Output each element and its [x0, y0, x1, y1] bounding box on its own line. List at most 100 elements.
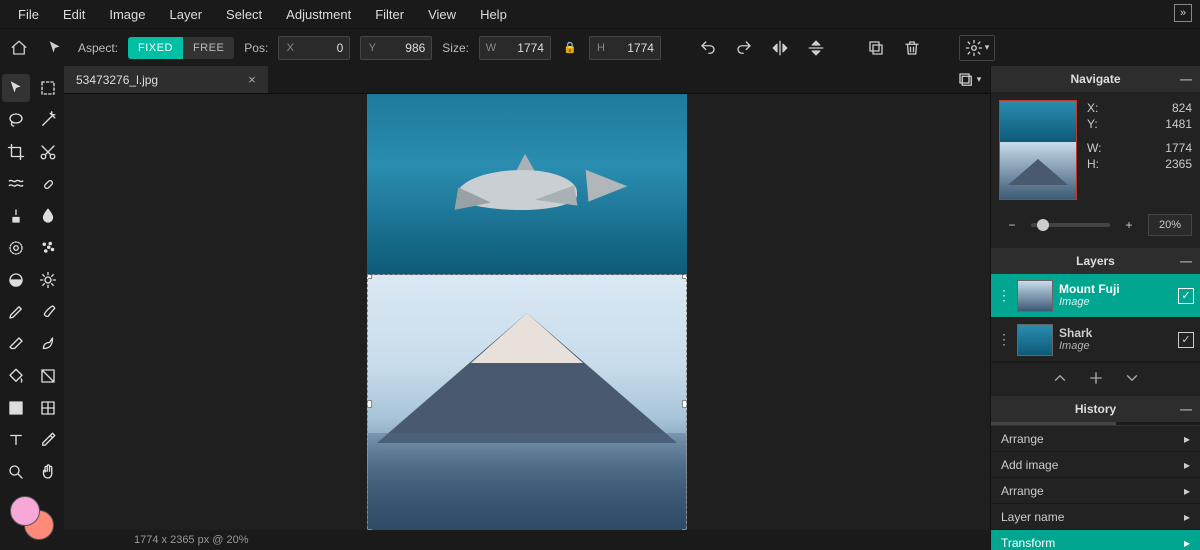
- redo-icon[interactable]: [731, 35, 757, 61]
- size-h-field[interactable]: H1774: [589, 36, 661, 60]
- marquee-tool-icon[interactable]: [34, 74, 62, 102]
- layer-row-fuji[interactable]: ⋮ Mount FujiImage ✓: [991, 274, 1200, 318]
- arrow-tool-icon[interactable]: [42, 35, 68, 61]
- history-item[interactable]: Arrange▸: [991, 426, 1200, 452]
- history-item[interactable]: Layer name▸: [991, 504, 1200, 530]
- lock-aspect-icon[interactable]: 🔒: [561, 41, 579, 54]
- move-tool-icon[interactable]: [2, 74, 30, 102]
- history-label: Add image: [1001, 458, 1058, 472]
- menu-file[interactable]: File: [6, 2, 51, 27]
- close-tab-icon[interactable]: ×: [248, 72, 256, 87]
- cut-tool-icon[interactable]: [34, 138, 62, 166]
- home-icon[interactable]: [6, 35, 32, 61]
- pen-tool-icon[interactable]: [2, 298, 30, 326]
- resize-handle-bl[interactable]: [367, 529, 372, 530]
- sharpen-tool-icon[interactable]: [34, 266, 62, 294]
- layer-up-icon[interactable]: [1051, 369, 1069, 390]
- history-panel-header[interactable]: History —: [991, 396, 1200, 422]
- history-label: Arrange: [1001, 484, 1044, 498]
- undo-icon[interactable]: [695, 35, 721, 61]
- menu-adjustment[interactable]: Adjustment: [274, 2, 363, 27]
- gradient-tool-icon[interactable]: [34, 362, 62, 390]
- resize-handle-tl[interactable]: [367, 274, 372, 279]
- liquify-tool-icon[interactable]: [2, 170, 30, 198]
- collapse-panels-icon[interactable]: »: [1174, 4, 1192, 22]
- blur-tool-icon[interactable]: [34, 202, 62, 230]
- layer-row-shark[interactable]: ⋮ SharkImage ✓: [991, 318, 1200, 362]
- settings-dropdown-icon[interactable]: ▾: [959, 35, 995, 61]
- aspect-fixed-button[interactable]: FIXED: [128, 37, 183, 59]
- add-layer-icon[interactable]: [1087, 369, 1105, 390]
- zoom-tool-icon[interactable]: [2, 458, 30, 486]
- drag-handle-icon[interactable]: ⋮: [997, 287, 1011, 304]
- sponge-tool-icon[interactable]: [2, 234, 30, 262]
- brush-tool-icon[interactable]: [34, 298, 62, 326]
- layer-type: Image: [1059, 296, 1172, 309]
- disperse-tool-icon[interactable]: [34, 234, 62, 262]
- menu-help[interactable]: Help: [468, 2, 519, 27]
- layer-down-icon[interactable]: [1123, 369, 1141, 390]
- zoom-in-icon[interactable]: +: [1116, 212, 1142, 238]
- crop-tool-icon[interactable]: [2, 138, 30, 166]
- size-w-field[interactable]: W1774: [479, 36, 551, 60]
- duplicate-icon[interactable]: [863, 35, 889, 61]
- menu-filter[interactable]: Filter: [363, 2, 416, 27]
- zoom-out-icon[interactable]: −: [999, 212, 1025, 238]
- document-tab-bar: 53473276_l.jpg × ▾: [64, 66, 990, 94]
- zoom-slider[interactable]: [1031, 223, 1110, 227]
- smudge-tool-icon[interactable]: [34, 330, 62, 358]
- layers-panel-header[interactable]: Layers—: [991, 248, 1200, 274]
- hand-tool-icon[interactable]: [34, 458, 62, 486]
- history-item-current[interactable]: Transform▸: [991, 530, 1200, 550]
- minimize-icon[interactable]: —: [1180, 402, 1192, 416]
- flip-vertical-icon[interactable]: [803, 35, 829, 61]
- zoom-value-field[interactable]: 20%: [1148, 214, 1192, 236]
- menu-image[interactable]: Image: [97, 2, 157, 27]
- nav-w-label: W:: [1087, 141, 1101, 155]
- layer-controls: [991, 362, 1200, 396]
- aspect-free-button[interactable]: FREE: [183, 37, 234, 59]
- shape-tool-icon[interactable]: [2, 394, 30, 422]
- eyedropper-tool-icon[interactable]: [34, 426, 62, 454]
- minimize-icon[interactable]: —: [1180, 254, 1192, 268]
- layer-thumbnail: [1017, 324, 1053, 356]
- history-item[interactable]: Add image▸: [991, 452, 1200, 478]
- menu-select[interactable]: Select: [214, 2, 274, 27]
- fuji-layer-image-selected[interactable]: [367, 274, 687, 530]
- dodge-tool-icon[interactable]: [2, 266, 30, 294]
- zoom-controls: − + 20%: [991, 208, 1200, 248]
- menu-view[interactable]: View: [416, 2, 468, 27]
- pos-x-field[interactable]: X0: [278, 36, 350, 60]
- document-tab[interactable]: 53473276_l.jpg ×: [64, 66, 268, 93]
- replace-color-tool-icon[interactable]: [34, 394, 62, 422]
- lasso-tool-icon[interactable]: [2, 106, 30, 134]
- wand-tool-icon[interactable]: [34, 106, 62, 134]
- aspect-toggle: FIXED FREE: [128, 37, 234, 59]
- delete-icon[interactable]: [899, 35, 925, 61]
- menu-layer[interactable]: Layer: [158, 2, 215, 27]
- minimize-icon[interactable]: —: [1180, 72, 1192, 86]
- fill-tool-icon[interactable]: [2, 362, 30, 390]
- history-item[interactable]: Arrange▸: [991, 478, 1200, 504]
- heal-tool-icon[interactable]: [34, 170, 62, 198]
- text-tool-icon[interactable]: [2, 426, 30, 454]
- layer-visibility-checkbox[interactable]: ✓: [1178, 288, 1194, 304]
- resize-handle-br[interactable]: [682, 529, 687, 530]
- history-title: History: [1075, 402, 1116, 416]
- canvas[interactable]: [64, 94, 990, 530]
- resize-handle-ml[interactable]: [367, 400, 372, 408]
- window-arrange-icon[interactable]: ▾: [956, 67, 982, 93]
- clone-tool-icon[interactable]: [2, 202, 30, 230]
- navigator-thumbnail[interactable]: [999, 100, 1077, 200]
- drag-handle-icon[interactable]: ⋮: [997, 331, 1011, 348]
- flip-horizontal-icon[interactable]: [767, 35, 793, 61]
- foreground-color-swatch[interactable]: [10, 496, 40, 526]
- resize-handle-mr[interactable]: [682, 400, 687, 408]
- navigate-panel-header[interactable]: Navigate—: [991, 66, 1200, 92]
- layer-visibility-checkbox[interactable]: ✓: [1178, 332, 1194, 348]
- resize-handle-tr[interactable]: [682, 274, 687, 279]
- pos-y-field[interactable]: Y986: [360, 36, 432, 60]
- eraser-tool-icon[interactable]: [2, 330, 30, 358]
- menu-edit[interactable]: Edit: [51, 2, 97, 27]
- color-swatches[interactable]: [10, 496, 54, 540]
